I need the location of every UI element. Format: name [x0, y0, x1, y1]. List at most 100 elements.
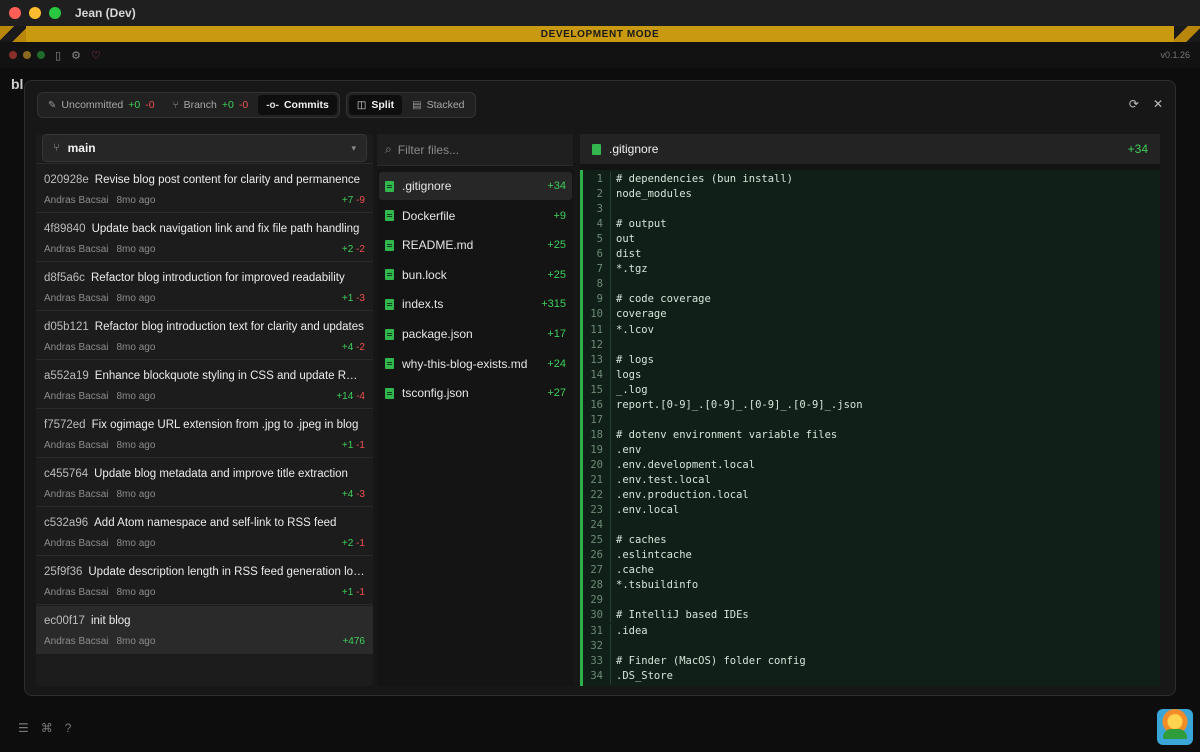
code-text: .cache	[616, 564, 654, 577]
commit-author: Andras Bacsai	[44, 342, 109, 353]
commit-summary: d05b121 Refactor blog introduction text f…	[44, 321, 365, 333]
file-row[interactable]: Dockerfile +9	[379, 202, 572, 230]
commit-author: Andras Bacsai	[44, 244, 109, 255]
diff-file-header: .gitignore +34	[580, 134, 1160, 164]
tab-stacked-view[interactable]: ▤ Stacked	[404, 95, 472, 115]
diff-line: 14 logs	[583, 367, 1160, 383]
code-text: logs	[616, 368, 642, 381]
close-window-button[interactable]	[9, 7, 21, 19]
window-title: Jean (Dev)	[75, 6, 136, 20]
commit-stats: +2 -1	[342, 538, 365, 549]
diff-line: 27 .cache	[583, 563, 1160, 579]
diff-line: 6 dist	[583, 247, 1160, 263]
commit-row[interactable]: d8f5a6c Refactor blog introduction for im…	[36, 263, 373, 311]
gear-icon[interactable]: ⚙	[71, 49, 81, 62]
commit-row[interactable]: 25f9f36 Update description length in RSS …	[36, 557, 373, 605]
help-icon[interactable]: ?	[65, 721, 72, 735]
command-icon[interactable]: ⌘	[41, 721, 53, 735]
commit-removed: -3	[356, 293, 365, 304]
line-number: 27	[590, 564, 603, 577]
development-mode-banner: DEVELOPMENT MODE	[0, 26, 1200, 42]
diff-gutter	[607, 172, 611, 187]
line-number: 17	[590, 413, 603, 426]
line-number: 24	[590, 519, 603, 532]
file-name: why-this-blog-exists.md	[402, 356, 528, 371]
commit-time: 8mo ago	[116, 195, 156, 206]
minimize-window-button[interactable]	[29, 7, 41, 19]
heart-icon[interactable]: ♡	[91, 49, 101, 62]
line-number: 14	[590, 368, 603, 381]
line-number: 12	[590, 338, 603, 351]
filter-files-input[interactable]	[397, 142, 558, 157]
menu-icon[interactable]: ☰	[18, 721, 29, 735]
commit-row[interactable]: c532a96 Add Atom namespace and self-link …	[36, 508, 373, 556]
commit-row[interactable]: 020928e Revise blog post content for clar…	[36, 165, 373, 213]
branch-select[interactable]: ⑂ main ▾	[42, 134, 367, 162]
code-text: dist	[616, 248, 642, 261]
diff-line: 7 *.tgz	[583, 262, 1160, 278]
line-number: 28	[590, 579, 603, 592]
commit-time: 8mo ago	[116, 538, 156, 549]
commit-time: 8mo ago	[116, 440, 156, 451]
commit-message: Revise blog post content for clarity and…	[94, 174, 361, 186]
sidebar-toggle-icon[interactable]: ▯	[55, 49, 61, 62]
file-row[interactable]: .gitignore +34	[379, 172, 572, 200]
diff-line: 24	[583, 518, 1160, 534]
commit-meta: Andras Bacsai 8mo ago +1 -1	[44, 587, 365, 598]
commit-message: init blog	[90, 615, 131, 627]
line-number: 3	[596, 203, 603, 216]
commit-removed: -1	[356, 538, 365, 549]
commit-row[interactable]: a552a19 Enhance blockquote styling in CSS…	[36, 361, 373, 409]
line-number: 1	[596, 173, 603, 185]
commit-row[interactable]: ec00f17 init blog Andras Bacsai 8mo ago +476	[36, 606, 373, 654]
diff-line: 8	[583, 277, 1160, 293]
commit-summary: c532a96 Add Atom namespace and self-link …	[44, 517, 365, 529]
zoom-window-button[interactable]	[49, 7, 61, 19]
commit-meta: Andras Bacsai 8mo ago +4 -3	[44, 489, 365, 500]
code-text: # dotenv environment variable files	[616, 428, 838, 441]
diff-line: 22 .env.production.local	[583, 488, 1160, 504]
code-text: # logs	[616, 353, 654, 366]
commit-row[interactable]: d05b121 Refactor blog introduction text f…	[36, 312, 373, 360]
commit-time: 8mo ago	[116, 391, 156, 402]
diff-body: 1 # dependencies (bun install) 2 node_modul…	[580, 170, 1160, 686]
diff-gutter	[607, 232, 611, 248]
diff-gutter	[607, 533, 611, 549]
commit-stats: +14 -4	[336, 391, 365, 402]
file-row[interactable]: index.ts +315	[379, 290, 572, 318]
commit-message: Refactor blog introduction for improved …	[90, 272, 345, 284]
commit-row[interactable]: c455764 Update blog metadata and improve …	[36, 459, 373, 507]
commit-list-pane: e0a44eaCorrect typo in blog post content…	[36, 134, 373, 686]
line-number: 8	[596, 278, 603, 291]
commit-hash: 25f9f36	[44, 566, 83, 578]
diff-line: 17	[583, 412, 1160, 428]
file-added-count: +27	[547, 387, 566, 400]
line-number: 15	[590, 383, 603, 396]
commit-summary: d8f5a6c Refactor blog introduction for im…	[44, 272, 365, 284]
refresh-icon[interactable]: ⟳	[1129, 97, 1139, 111]
file-icon	[385, 180, 394, 192]
file-row[interactable]: package.json +17	[379, 320, 572, 348]
commit-message: Enhance blockquote styling in CSS and up…	[94, 370, 365, 382]
commit-meta: Andras Bacsai 8mo ago +2 -2	[44, 244, 365, 255]
close-icon[interactable]: ✕	[1153, 97, 1163, 111]
tab-commits[interactable]: -o- Commits	[258, 95, 337, 115]
commit-row[interactable]: 4f89840 Update back navigation link and f…	[36, 214, 373, 262]
diff-gutter	[607, 442, 611, 458]
tab-split-view[interactable]: ◫ Split	[348, 95, 403, 115]
line-number: 20	[590, 458, 603, 471]
file-row[interactable]: README.md +25	[379, 231, 572, 259]
commit-meta: Andras Bacsai 8mo ago +1 -1	[44, 440, 365, 451]
diff-gutter	[607, 668, 611, 684]
tab-branch[interactable]: ⑂ Branch +0 -0	[165, 95, 257, 115]
file-row[interactable]: tsconfig.json +27	[379, 379, 572, 407]
file-added-count: +24	[547, 357, 566, 370]
file-name: tsconfig.json	[402, 386, 469, 401]
user-avatar[interactable]	[1157, 709, 1193, 745]
file-row[interactable]: why-this-blog-exists.md +24	[379, 350, 572, 378]
commit-stats: +4 -3	[342, 489, 365, 500]
file-row[interactable]: bun.lock +25	[379, 261, 572, 289]
tab-uncommitted[interactable]: ✎ Uncommitted +0 -0	[40, 95, 163, 115]
code-text: # Finder (MacOS) folder config	[616, 654, 806, 667]
commit-row[interactable]: f7572ed Fix ogimage URL extension from .j…	[36, 410, 373, 458]
